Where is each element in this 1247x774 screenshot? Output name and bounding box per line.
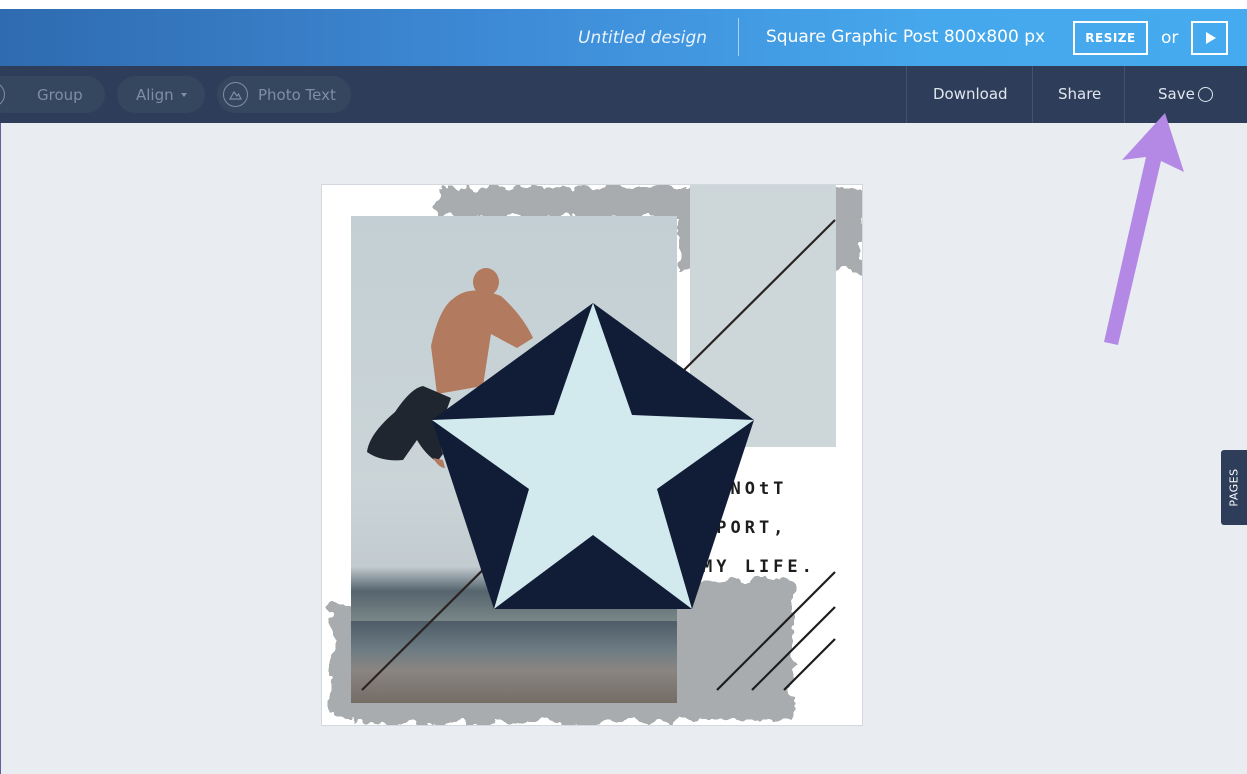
chevron-down-icon: [180, 92, 187, 97]
or-label: or: [1161, 28, 1179, 48]
top-bar: Untitled design Square Graphic Post 800x…: [0, 0, 1247, 66]
window-border: [0, 123, 1, 774]
download-button[interactable]: Download: [933, 85, 1008, 103]
group-icon: [0, 82, 5, 107]
photo-text-button[interactable]: Photo Text: [217, 76, 351, 113]
resize-button[interactable]: RESIZE: [1073, 21, 1148, 55]
toolbar-divider: [906, 66, 907, 123]
design-overlay: [361, 219, 836, 691]
align-label: Align: [136, 85, 174, 104]
group-button[interactable]: Group: [0, 76, 105, 113]
toolbar-divider: [1032, 66, 1033, 123]
toolbar: Group Align Photo Text Download Share Sa…: [0, 66, 1247, 123]
pages-tab[interactable]: PAGES: [1221, 450, 1247, 525]
save-status-icon: [1198, 87, 1213, 102]
save-button[interactable]: Save: [1158, 85, 1195, 103]
design-title[interactable]: Untitled design: [578, 28, 707, 48]
decorative-stripes: [716, 571, 836, 691]
play-button[interactable]: [1191, 21, 1228, 55]
design-canvas[interactable]: S NOtT SPORT, MY LIFE.: [321, 184, 863, 726]
design-format-label: Square Graphic Post 800x800 px: [766, 27, 1046, 47]
toolbar-divider: [1124, 66, 1125, 123]
group-label: Group: [37, 85, 83, 104]
pages-tab-label: PAGES: [1227, 468, 1241, 507]
play-icon: [1205, 32, 1216, 44]
photo-text-label: Photo Text: [258, 85, 336, 104]
title-divider: [738, 18, 739, 56]
mountain-icon: [223, 82, 248, 107]
share-button[interactable]: Share: [1058, 85, 1101, 103]
align-dropdown[interactable]: Align: [117, 76, 205, 113]
